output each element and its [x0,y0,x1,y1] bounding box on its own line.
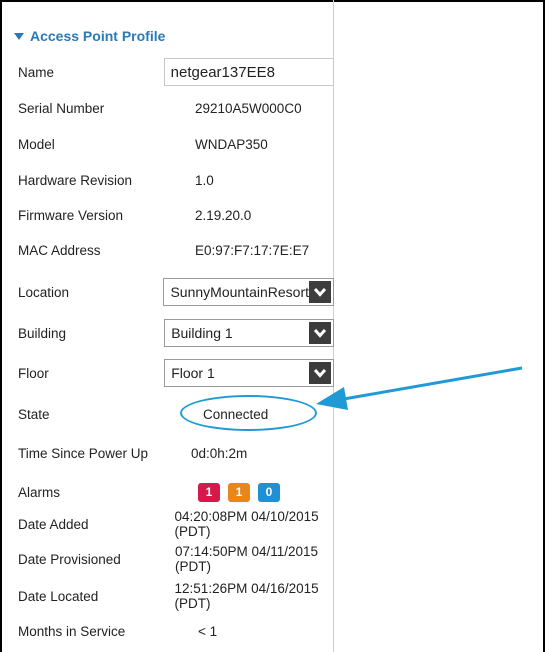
callout-ellipse [180,395,317,431]
building-label: Building [18,325,67,341]
section-header[interactable]: Access Point Profile [14,28,165,44]
date-located-label: Date Located [18,588,99,604]
hardware-revision-label: Hardware Revision [18,172,133,188]
row-date-provisioned: Date Provisioned 07:14:50PM 04/11/2015 (… [18,544,334,574]
alarms-label: Alarms [18,484,61,500]
serial-label: Serial Number [18,100,105,116]
row-date-added: Date Added 04:20:08PM 04/10/2015 (PDT) [18,509,334,539]
row-months-in-service: Months in Service < 1 [18,619,334,643]
row-time-since-power-up: Time Since Power Up 0d:0h:2m [18,441,334,465]
date-added-value: 04:20:08PM 04/10/2015 (PDT) [174,509,319,539]
row-building: Building Building 1 [18,319,334,347]
row-floor: Floor Floor 1 [18,359,334,387]
floor-select-value: Floor 1 [171,365,215,381]
row-alarms: Alarms 1 1 0 [18,480,334,504]
building-select-value: Building 1 [171,325,233,341]
section-title: Access Point Profile [30,28,166,44]
months-in-service-label: Months in Service [18,623,126,639]
triangle-down-icon[interactable] [14,32,24,40]
serial-value: 29210A5W000C0 [195,100,302,116]
model-label: Model [18,136,55,152]
floor-label: Floor [18,365,49,381]
name-input[interactable]: netgear137EE8 [163,58,334,86]
hardware-revision-value: 1.0 [195,172,214,188]
chevron-down-icon[interactable] [309,281,331,303]
alarm-badge-major[interactable]: 1 [228,482,250,502]
model-value: WNDAP350 [195,136,268,152]
location-label: Location [18,284,70,300]
mac-address-label: MAC Address [18,242,101,258]
time-since-power-up-label: Time Since Power Up [18,445,149,461]
firmware-version-value: 2.19.20.0 [195,207,252,223]
access-point-profile-panel: Access Point Profile Name netgear137EE8 … [0,0,334,652]
row-serial: Serial Number 29210A5W000C0 [18,96,334,120]
chevron-down-icon[interactable] [309,322,331,344]
firmware-version-label: Firmware Version [18,207,124,223]
alarm-badge-critical[interactable]: 1 [198,482,220,502]
row-mac-address: MAC Address E0:97:F7:17:7E:E7 [18,238,334,262]
date-located-value: 12:51:26PM 04/16/2015 (PDT) [174,581,319,611]
state-label: State [18,406,50,422]
months-in-service-value: < 1 [198,623,218,639]
arrow-icon [316,366,523,410]
row-hardware-revision: Hardware Revision 1.0 [18,168,334,192]
date-provisioned-label: Date Provisioned [18,551,121,567]
mac-address-value: E0:97:F7:17:7E:E7 [195,242,310,258]
date-provisioned-value: 07:14:50PM 04/11/2015 (PDT) [174,544,319,574]
row-location: Location SunnyMountainResort [18,278,334,306]
date-added-label: Date Added [18,516,89,532]
row-model: Model WNDAP350 [18,132,334,156]
time-since-power-up-value: 0d:0h:2m [191,445,248,461]
row-firmware-version: Firmware Version 2.19.20.0 [18,203,334,227]
name-label: Name [18,64,55,80]
location-select-value: SunnyMountainResort [170,284,309,300]
row-date-located: Date Located 12:51:26PM 04/16/2015 (PDT) [18,581,334,611]
location-select[interactable]: SunnyMountainResort [163,278,334,306]
row-name: Name netgear137EE8 [18,58,334,86]
alarm-badge-minor[interactable]: 0 [258,482,280,502]
name-input-value: netgear137EE8 [170,63,275,81]
building-select[interactable]: Building 1 [164,319,334,347]
